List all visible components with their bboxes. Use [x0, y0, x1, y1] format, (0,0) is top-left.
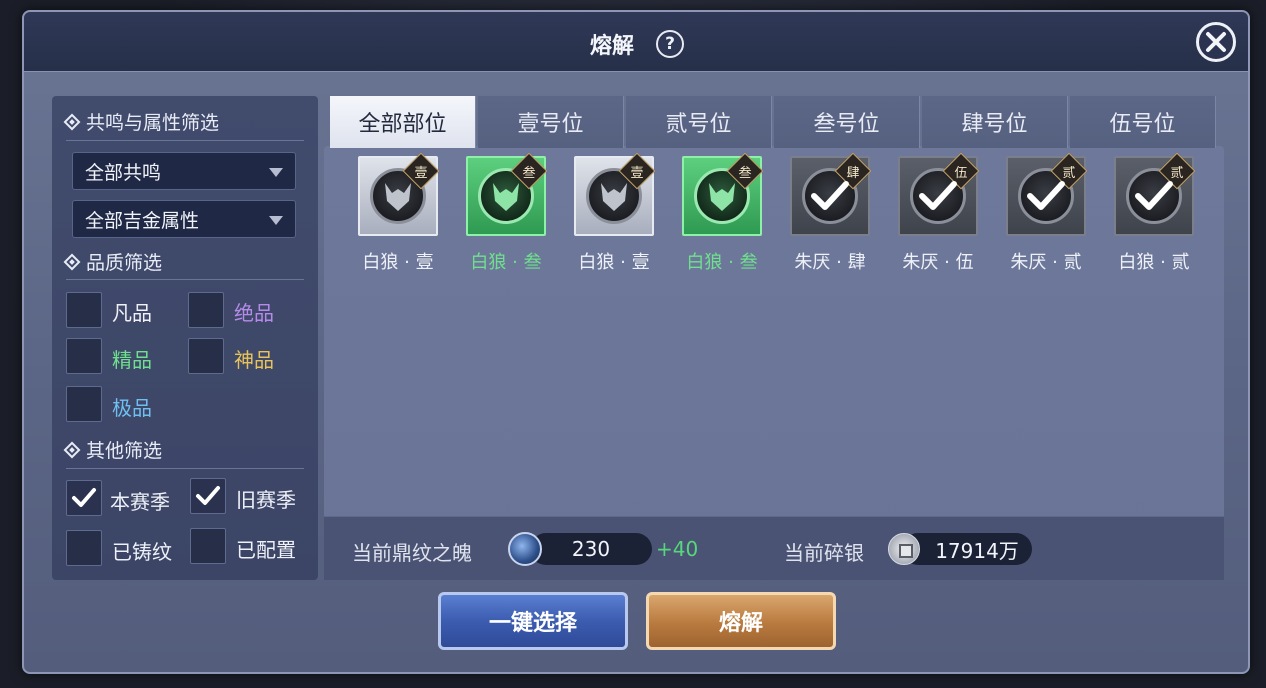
- checkmark-icon: [1027, 181, 1065, 210]
- tab-slot-2[interactable]: 贰号位: [626, 96, 772, 148]
- quality-checkbox-fan[interactable]: [66, 292, 102, 328]
- item-name: 白狼 · 壹: [362, 252, 434, 273]
- item-name: 白狼 · 叁: [470, 252, 542, 273]
- resonance-filter-header: 共鸣与属性筛选: [63, 108, 220, 135]
- item-name: 朱厌 · 伍: [902, 252, 974, 273]
- currency-bar: 当前鼎纹之魄 230 +40 当前碎银 17914万: [324, 516, 1224, 580]
- checkmark-icon: [1135, 181, 1173, 210]
- item-card[interactable]: 壹 白狼 · 壹: [358, 152, 440, 273]
- item-card[interactable]: 伍 朱厌 · 伍: [898, 152, 980, 273]
- diamond-bullet-icon: [63, 253, 81, 270]
- caret-down-icon: [269, 216, 283, 225]
- diamond-bullet-icon: [63, 441, 81, 458]
- tab-all-slots[interactable]: 全部部位: [330, 96, 476, 148]
- configured-checkbox[interactable]: [190, 528, 226, 564]
- quality-label-fan: 凡品: [112, 301, 152, 325]
- item-card[interactable]: 叁 白狼 · 叁: [682, 152, 764, 273]
- configured-label: 已配置: [236, 538, 296, 562]
- item-card[interactable]: 壹 白狼 · 壹: [574, 152, 656, 273]
- season-old-checkbox[interactable]: [190, 478, 226, 514]
- tab-slot-5[interactable]: 伍号位: [1070, 96, 1216, 148]
- items-grid: [324, 146, 1224, 580]
- caret-down-icon: [269, 168, 283, 177]
- item-card[interactable]: 贰 朱厌 · 贰: [1006, 152, 1088, 273]
- melt-dialog: 熔解 ? 共鸣与属性筛选 全部共鸣 全部吉金属性 品质筛选 凡品 绝品 精品 神…: [22, 10, 1250, 674]
- item-card[interactable]: 肆 朱厌 · 肆: [790, 152, 872, 273]
- tab-slot-3[interactable]: 叁号位: [774, 96, 920, 148]
- resonance-dropdown-value: 全部共鸣: [85, 161, 162, 184]
- tab-slot-1[interactable]: 壹号位: [478, 96, 624, 148]
- engraved-checkbox[interactable]: [66, 530, 102, 566]
- season-old-label: 旧赛季: [236, 488, 296, 512]
- tab-slot-4[interactable]: 肆号位: [922, 96, 1068, 148]
- soul-gain: +40: [656, 537, 699, 561]
- quality-filter-header: 品质筛选: [63, 248, 163, 275]
- quality-label-jue: 绝品: [234, 301, 274, 325]
- quality-checkbox-jue[interactable]: [188, 292, 224, 328]
- other-filter-title: 其他筛选: [86, 440, 163, 462]
- season-current-label: 本赛季: [110, 490, 170, 514]
- divider: [66, 140, 304, 141]
- close-icon[interactable]: [1196, 22, 1236, 62]
- item-card[interactable]: 贰 白狼 · 贰: [1114, 152, 1196, 273]
- quality-checkbox-ji[interactable]: [66, 386, 102, 422]
- item-name: 朱厌 · 贰: [1010, 252, 1082, 273]
- quality-label-shen: 神品: [234, 348, 274, 372]
- quality-label-ji: 极品: [112, 396, 152, 420]
- soul-label: 当前鼎纹之魄: [352, 541, 472, 565]
- checkmark-icon: [919, 181, 957, 210]
- quality-filter-title: 品质筛选: [86, 252, 163, 274]
- diamond-bullet-icon: [63, 113, 81, 130]
- engraved-label: 已铸纹: [112, 540, 172, 564]
- dialog-titlebar: 熔解 ?: [24, 12, 1248, 72]
- soul-essence-icon: [508, 532, 542, 566]
- filter-panel: 共鸣与属性筛选 全部共鸣 全部吉金属性 品质筛选 凡品 绝品 精品 神品 极品 …: [52, 96, 318, 580]
- divider: [66, 468, 304, 469]
- resonance-dropdown[interactable]: 全部共鸣: [72, 152, 296, 190]
- item-name: 白狼 · 贰: [1118, 252, 1190, 273]
- quality-checkbox-jing[interactable]: [66, 338, 102, 374]
- quality-label-jing: 精品: [112, 348, 152, 372]
- resonance-filter-title: 共鸣与属性筛选: [86, 112, 220, 134]
- other-filter-header: 其他筛选: [63, 436, 163, 463]
- item-name: 朱厌 · 肆: [794, 252, 866, 273]
- season-current-checkbox[interactable]: [66, 480, 102, 516]
- item-name: 白狼 · 壹: [578, 252, 650, 273]
- silver-coin-icon: [888, 533, 920, 565]
- dialog-title: 熔解: [590, 33, 635, 59]
- quality-checkbox-shen[interactable]: [188, 338, 224, 374]
- attribute-dropdown[interactable]: 全部吉金属性: [72, 200, 296, 238]
- checkmark-icon: [811, 181, 849, 210]
- help-icon[interactable]: ?: [656, 30, 684, 58]
- soul-value: 230: [530, 533, 652, 565]
- divider: [66, 279, 304, 280]
- melt-button[interactable]: 熔解: [646, 592, 836, 650]
- silver-value: 17914万: [902, 533, 1032, 565]
- select-all-button[interactable]: 一键选择: [438, 592, 628, 650]
- item-card[interactable]: 叁 白狼 · 叁: [466, 152, 548, 273]
- silver-label: 当前碎银: [784, 541, 864, 565]
- item-name: 白狼 · 叁: [686, 252, 758, 273]
- checkmark-icon: [72, 488, 96, 507]
- checkmark-icon: [196, 486, 220, 505]
- attribute-dropdown-value: 全部吉金属性: [85, 209, 200, 232]
